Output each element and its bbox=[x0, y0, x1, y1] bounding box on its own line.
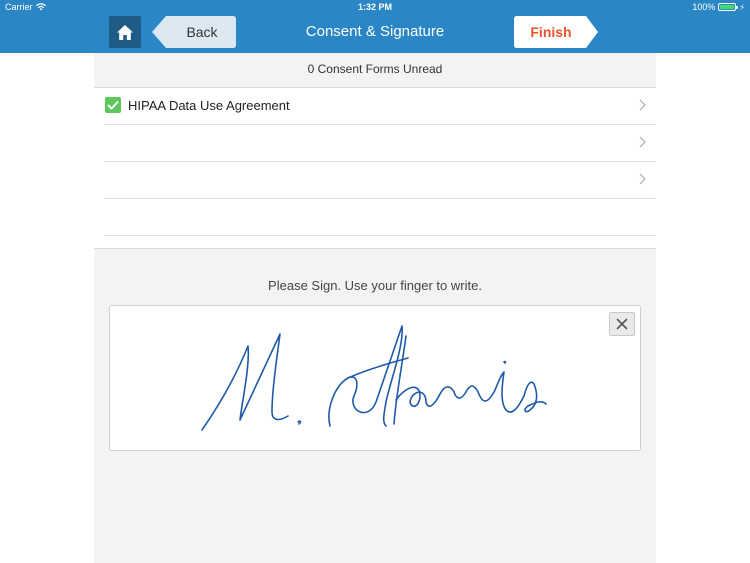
battery-percent: 100% bbox=[692, 2, 716, 12]
consent-form-row[interactable] bbox=[104, 199, 656, 236]
consent-form-list: HIPAA Data Use Agreement bbox=[94, 87, 656, 249]
consent-form-row[interactable] bbox=[104, 125, 656, 162]
signature-pad[interactable] bbox=[109, 305, 641, 451]
status-bar: Carrier 1:32 PM 100% ⚡ bbox=[0, 0, 750, 14]
home-icon bbox=[117, 24, 133, 40]
signature-prompt: Please Sign. Use your finger to write. bbox=[268, 278, 482, 293]
battery-icon bbox=[718, 3, 739, 11]
chevron-right-icon bbox=[639, 136, 646, 148]
close-icon bbox=[616, 318, 628, 330]
home-button[interactable] bbox=[109, 16, 141, 48]
consent-form-label: HIPAA Data Use Agreement bbox=[128, 98, 290, 113]
consent-panel: 0 Consent Forms Unread HIPAA Data Use Ag… bbox=[94, 53, 656, 563]
charging-bolt-icon: ⚡ bbox=[739, 2, 745, 12]
clock: 1:32 PM bbox=[357, 2, 392, 12]
clear-signature-button[interactable] bbox=[609, 312, 635, 336]
back-button-label: Back bbox=[186, 24, 218, 40]
navigation-bar: Back Consent & Signature Finish bbox=[0, 14, 750, 53]
signature-ink bbox=[201, 325, 547, 431]
consent-form-row[interactable] bbox=[104, 162, 656, 199]
unread-count: 0 Consent Forms Unread bbox=[307, 62, 443, 76]
consent-form-row-hipaa[interactable]: HIPAA Data Use Agreement bbox=[104, 88, 656, 125]
chevron-right-icon bbox=[639, 173, 646, 185]
finish-button[interactable]: Finish bbox=[514, 16, 598, 48]
back-button[interactable]: Back bbox=[152, 16, 236, 48]
chevron-right-icon bbox=[639, 99, 646, 111]
finish-button-label: Finish bbox=[530, 24, 572, 40]
battery-indicator: 100% ⚡ bbox=[692, 2, 745, 12]
checkbox-checked-icon bbox=[105, 97, 121, 113]
